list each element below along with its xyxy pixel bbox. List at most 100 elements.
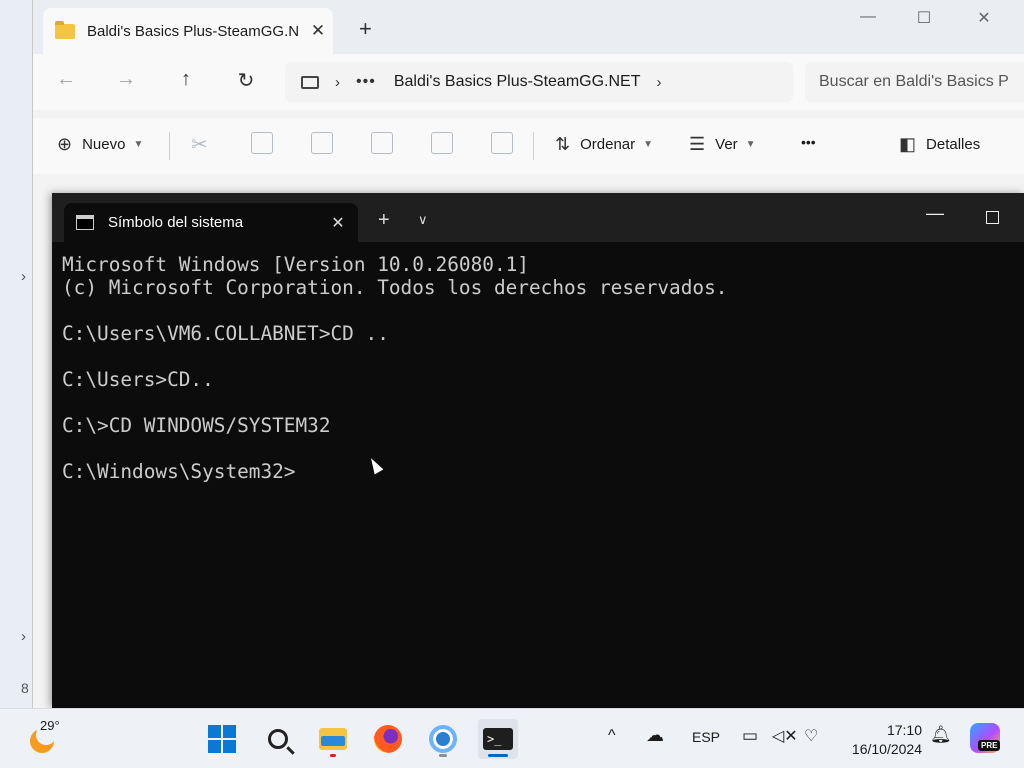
refresh-icon[interactable]: ↻ (231, 68, 261, 93)
volume-muted-icon[interactable]: ◁✕ (772, 726, 798, 746)
command-prompt-icon (76, 215, 94, 230)
plus-circle-icon: ⊕ (57, 134, 73, 154)
more-options-button[interactable]: ••• (801, 134, 816, 150)
new-tab-button[interactable]: + (378, 209, 390, 232)
status-item-count: 8 (21, 680, 29, 696)
chevron-down-icon: ▼ (133, 139, 144, 150)
address-bar[interactable]: › ••• Baldi's Basics Plus-SteamGG.NET › (285, 62, 793, 102)
chat-icon[interactable]: ♡ (804, 726, 818, 746)
minimize-button[interactable]: — (920, 203, 950, 224)
cut-icon[interactable]: ✂ (191, 132, 213, 156)
folder-icon (55, 20, 75, 39)
folder-icon (319, 728, 347, 750)
bell-icon[interactable]: 🔔︎ (930, 725, 952, 745)
onedrive-cloud-icon[interactable]: ☁ (646, 725, 664, 746)
console-line: C:\>CD WINDOWS/SYSTEM32 (62, 414, 331, 437)
minimize-button[interactable]: — (845, 8, 891, 26)
back-arrow-icon[interactable]: ← (51, 68, 81, 91)
computer-icon (301, 75, 319, 89)
explorer-titlebar: Baldi's Basics Plus-SteamGG.N ✕ + — ☐ ✕ (33, 0, 1024, 54)
active-indicator (488, 754, 508, 757)
console-output[interactable]: Microsoft Windows [Version 10.0.26080.1]… (62, 253, 1012, 693)
terminal-tab[interactable]: Símbolo del sistema ✕ (64, 203, 358, 242)
running-indicator (330, 754, 336, 757)
terminal-icon: >_ (483, 728, 513, 750)
chevron-up-icon[interactable]: ^ (608, 727, 616, 745)
divider (533, 132, 534, 160)
search-button[interactable] (258, 719, 298, 759)
clock-time: 17:10 (886, 722, 922, 738)
details-label: Detalles (926, 136, 981, 153)
navigation-pane: › › 8 (21, 178, 53, 708)
share-icon[interactable] (431, 132, 453, 154)
explorer-tab[interactable]: Baldi's Basics Plus-SteamGG.N ✕ (43, 8, 333, 54)
rename-icon[interactable] (371, 132, 393, 154)
firefox-icon (374, 725, 402, 753)
close-tab-button[interactable]: ✕ (318, 213, 358, 233)
view-button[interactable]: ☰ Ver ▼ (689, 134, 756, 155)
explorer-tab-title: Baldi's Basics Plus-SteamGG.N (87, 22, 300, 40)
taskbar: 29° >_ ^ ☁ ESP ▭ ◁✕ ♡ 17:10 16/10/2024 🔔… (0, 708, 1024, 768)
terminal-taskbar-button[interactable]: >_ (478, 719, 518, 759)
clock-date: 16/10/2024 (851, 741, 922, 757)
up-arrow-icon[interactable]: ↑ (171, 68, 201, 91)
chevron-right-icon[interactable]: › (657, 74, 662, 91)
start-button[interactable] (202, 719, 242, 759)
paste-icon[interactable] (311, 132, 333, 154)
explorer-navbar: ← → ↑ ↻ › ••• Baldi's Basics Plus-SteamG… (33, 54, 1024, 110)
weather-temperature: 29° (40, 718, 60, 733)
copilot-badge: PRE (978, 740, 1001, 751)
language-indicator[interactable]: ESP (692, 729, 720, 745)
chevron-right-icon[interactable]: › (21, 268, 26, 285)
chrome-taskbar-button[interactable] (423, 719, 463, 759)
file-explorer-taskbar-button[interactable] (313, 719, 353, 759)
maximize-button[interactable] (986, 211, 999, 224)
console-line: C:\Users>CD.. (62, 368, 214, 391)
terminal-tabbar: Símbolo del sistema ✕ + ∨ — (52, 193, 1024, 242)
details-pane-icon: ◧ (899, 134, 917, 154)
chevron-down-icon[interactable]: ∨ (418, 212, 428, 228)
console-line: C:\Users\VM6.COLLABNET>CD .. (62, 322, 389, 345)
terminal-tab-title: Símbolo del sistema (108, 214, 244, 231)
new-label: Nuevo (82, 136, 126, 153)
windows-icon (208, 725, 236, 753)
search-input[interactable]: Buscar en Baldi's Basics P (805, 62, 1024, 102)
firefox-taskbar-button[interactable] (368, 719, 408, 759)
command-bar: ⊕ Nuevo ▼ ✂ ⇅ Ordenar ▼ ☰ Ver ▼ ••• ◧ De… (33, 118, 1024, 174)
network-icon[interactable]: ▭ (742, 726, 758, 746)
search-icon (268, 729, 288, 749)
chevron-down-icon: ▼ (643, 139, 654, 150)
running-indicator (439, 754, 447, 757)
breadcrumb-overflow[interactable]: ••• (356, 73, 376, 91)
new-button[interactable]: ⊕ Nuevo ▼ (57, 134, 143, 155)
view-icon: ☰ (689, 134, 706, 154)
divider (169, 132, 170, 160)
console-line: C:\Windows\System32> (62, 460, 296, 483)
sort-button[interactable]: ⇅ Ordenar ▼ (555, 134, 653, 155)
sort-label: Ordenar (580, 136, 636, 153)
console-line: (c) Microsoft Corporation. Todos los der… (62, 276, 728, 299)
clock[interactable]: 17:10 16/10/2024 (838, 721, 922, 759)
console-line: Microsoft Windows [Version 10.0.26080.1] (62, 253, 529, 276)
copy-icon[interactable] (251, 132, 273, 154)
close-tab-button[interactable]: ✕ (303, 21, 333, 41)
chevron-right-icon[interactable]: › (335, 74, 340, 91)
sort-icon: ⇅ (555, 134, 571, 154)
details-button[interactable]: ◧ Detalles (899, 134, 980, 155)
chevron-right-icon[interactable]: › (21, 628, 26, 645)
chevron-down-icon: ▼ (745, 139, 756, 150)
terminal-window: Símbolo del sistema ✕ + ∨ — Microsoft Wi… (52, 193, 1024, 708)
close-window-button[interactable]: ✕ (961, 8, 1007, 28)
maximize-button[interactable]: ☐ (901, 8, 947, 28)
chrome-icon (429, 725, 457, 753)
view-label: Ver (715, 136, 738, 153)
delete-icon[interactable] (491, 132, 513, 154)
new-tab-button[interactable]: + (359, 16, 372, 42)
forward-arrow-icon[interactable]: → (111, 68, 141, 91)
breadcrumb-current[interactable]: Baldi's Basics Plus-SteamGG.NET (394, 73, 641, 91)
copilot-icon[interactable]: PRE (970, 723, 1001, 753)
